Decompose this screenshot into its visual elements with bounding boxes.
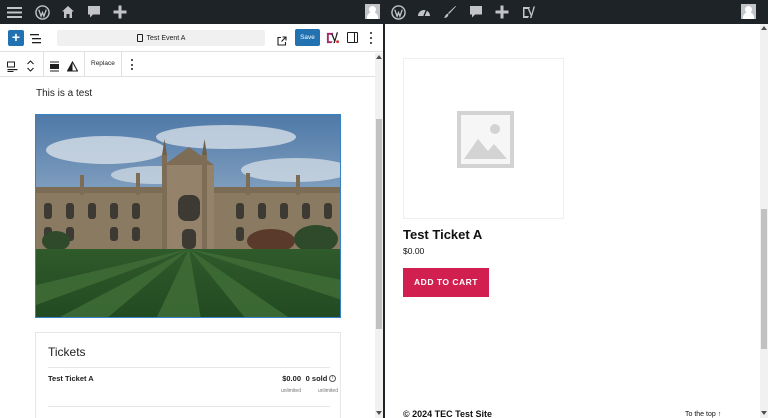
move-up-down-icon[interactable] bbox=[25, 59, 36, 72]
editor-top-toolbar: + Test Event A Save bbox=[0, 24, 383, 52]
scroll-up-arrow[interactable] bbox=[376, 55, 382, 59]
toolbar-divider bbox=[43, 52, 44, 77]
ticket-sold-count: 0 sold bbox=[305, 374, 328, 383]
save-button[interactable]: Save bbox=[295, 29, 320, 46]
toolbar-divider bbox=[121, 52, 122, 77]
scroll-down-arrow[interactable] bbox=[761, 411, 767, 415]
options-menu-icon[interactable] bbox=[368, 32, 374, 44]
wordpress-icon[interactable] bbox=[32, 2, 52, 22]
product-image-placeholder[interactable] bbox=[403, 58, 564, 219]
divider bbox=[48, 406, 330, 407]
back-to-top-link[interactable]: To the top ↑ bbox=[685, 411, 721, 418]
replace-image-button[interactable]: Replace bbox=[91, 60, 115, 67]
comment-icon[interactable] bbox=[466, 2, 486, 22]
avatar[interactable] bbox=[741, 4, 756, 19]
external-link-icon[interactable] bbox=[277, 33, 287, 46]
college-building-image bbox=[36, 115, 340, 317]
dashboard-icon[interactable] bbox=[414, 2, 434, 22]
scroll-up-arrow[interactable] bbox=[761, 26, 767, 30]
avatar[interactable] bbox=[365, 4, 380, 19]
plus-icon[interactable] bbox=[110, 2, 130, 22]
settings-sidebar-toggle[interactable] bbox=[347, 32, 358, 43]
ticket-sold-capacity: unlimited bbox=[317, 388, 338, 394]
document-icon bbox=[136, 34, 143, 42]
brush-icon[interactable] bbox=[440, 2, 460, 22]
screen: + Test Event A Save Replace This is a te… bbox=[0, 0, 768, 418]
editor-canvas: This is a test Tickets Test Ticket A $0.… bbox=[0, 77, 375, 418]
yoast-icon[interactable] bbox=[518, 2, 538, 22]
comment-icon[interactable] bbox=[84, 2, 104, 22]
wordpress-icon[interactable] bbox=[388, 2, 408, 22]
block-toolbar: Replace bbox=[0, 52, 383, 77]
toolbar-divider bbox=[84, 52, 85, 77]
frontend-preview: Test Ticket A $0.00 ADD TO CART © 2024 T… bbox=[385, 24, 768, 418]
tickets-block[interactable]: Tickets Test Ticket A $0.00 unlimited 0 … bbox=[35, 332, 341, 418]
ticket-name[interactable]: Test Ticket A bbox=[48, 374, 94, 383]
add-block-button[interactable]: + bbox=[8, 30, 24, 46]
divider bbox=[48, 367, 330, 368]
footer-copyright: © 2024 TEC Test Site bbox=[403, 409, 492, 418]
frontend-scrollbar-thumb[interactable] bbox=[761, 209, 767, 349]
scroll-down-arrow[interactable] bbox=[376, 411, 382, 415]
image-placeholder-icon bbox=[457, 111, 514, 168]
menu-icon[interactable] bbox=[4, 2, 24, 22]
paragraph-block[interactable]: This is a test bbox=[36, 88, 92, 99]
product-title[interactable]: Test Ticket A bbox=[403, 227, 482, 242]
editor-scrollbar-thumb[interactable] bbox=[376, 119, 382, 329]
block-type-image-icon[interactable] bbox=[7, 59, 18, 72]
add-to-cart-button[interactable]: ADD TO CART bbox=[403, 268, 489, 297]
ticket-capacity: unlimited bbox=[280, 388, 301, 394]
document-title: Test Event A bbox=[146, 34, 186, 42]
document-bar[interactable]: Test Event A bbox=[57, 30, 265, 46]
product-price: $0.00 bbox=[403, 246, 425, 256]
tickets-title: Tickets bbox=[48, 345, 86, 359]
plus-icon[interactable] bbox=[492, 2, 512, 22]
block-editor: + Test Event A Save Replace This is a te… bbox=[0, 24, 383, 418]
admin-bar-left bbox=[0, 0, 385, 24]
align-icon[interactable] bbox=[49, 59, 60, 72]
list-view-icon[interactable] bbox=[30, 32, 42, 44]
ticket-sold: 0 sold i bbox=[286, 374, 356, 383]
home-icon[interactable] bbox=[58, 2, 78, 22]
image-block[interactable] bbox=[35, 114, 341, 318]
yoast-seo-icon[interactable] bbox=[326, 31, 340, 44]
info-icon[interactable]: i bbox=[329, 375, 337, 382]
duotone-filter-icon[interactable] bbox=[66, 59, 79, 72]
block-options-icon[interactable] bbox=[130, 59, 134, 70]
admin-bar-right bbox=[385, 0, 768, 24]
